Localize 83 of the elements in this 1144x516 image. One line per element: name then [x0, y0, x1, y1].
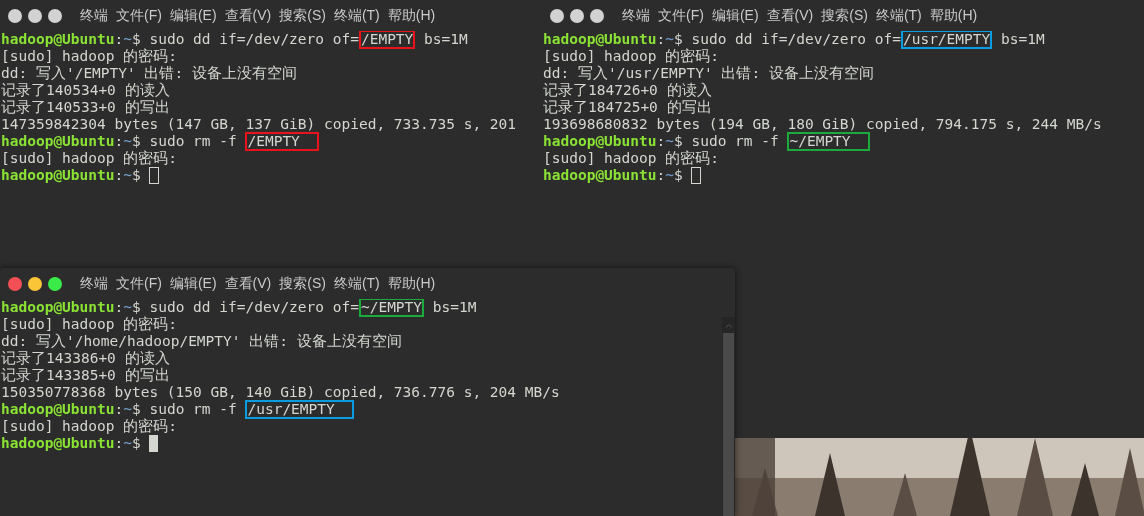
highlighted-path: /EMPTY — [245, 132, 320, 151]
command-text: sudo dd if=/dev/zero of= — [149, 299, 359, 316]
menu-item[interactable]: 终端(T) — [333, 273, 380, 294]
command-text: sudo rm -f — [149, 401, 238, 418]
minimize-button[interactable] — [28, 276, 42, 291]
menu-item[interactable]: 帮助(H) — [387, 273, 436, 294]
command-text: sudo rm -f — [149, 133, 238, 150]
prompt-path: :~$ — [656, 167, 684, 184]
output-line: 记录了143386+0 的读入 — [1, 350, 170, 366]
highlighted-path: /usr/EMPTY — [245, 400, 355, 419]
output-line: [sudo] hadoop 的密码: — [543, 150, 719, 166]
prompt-path: :~$ — [656, 31, 684, 48]
scrollbar[interactable] — [722, 317, 735, 516]
output-line: 150350778368 bytes (150 GB, 140 GiB) copied, 736.776 s, 204 MB/s — [1, 384, 560, 400]
command-text: sudo dd if=/dev/zero of= — [149, 31, 359, 48]
prompt-user: hadoop@Ubuntu — [1, 435, 115, 452]
close-button[interactable] — [8, 276, 22, 291]
menu-item[interactable]: 编辑(E) — [711, 5, 759, 26]
menu-item[interactable]: 文件(F) — [658, 5, 704, 26]
output-line: [sudo] hadoop 的密码: — [1, 48, 177, 64]
output-line: [sudo] hadoop 的密码: — [543, 48, 719, 64]
menu-item[interactable]: 帮助(H) — [387, 5, 436, 26]
prompt-path: :~$ — [656, 133, 684, 150]
output-line: dd: 写入'/usr/EMPTY' 出错: 设备上没有空间 — [543, 65, 874, 81]
prompt-path: :~$ — [114, 167, 142, 184]
close-button[interactable] — [8, 8, 22, 23]
menu-item[interactable]: 终端(T) — [333, 5, 380, 26]
command-text: sudo rm -f — [691, 133, 780, 150]
command-text: bs=1M — [423, 31, 468, 48]
output-line: 193698680832 bytes (194 GB, 180 GiB) copied, 794.175 s, 244 MB/s — [543, 116, 1102, 132]
highlighted-path: /EMPTY — [358, 31, 416, 49]
menu-item[interactable]: 终端 — [80, 273, 108, 294]
highlighted-path: /usr/EMPTY — [900, 31, 993, 49]
maximize-button[interactable] — [48, 8, 62, 23]
output-line: 记录了184726+0 的读入 — [543, 82, 712, 98]
prompt-user: hadoop@Ubuntu — [1, 31, 115, 48]
menu-item[interactable]: 搜索(S) — [279, 273, 326, 294]
prompt-user: hadoop@Ubuntu — [1, 133, 115, 150]
output-line: [sudo] hadoop 的密码: — [1, 316, 177, 332]
prompt-user: hadoop@Ubuntu — [543, 31, 657, 48]
output-line: 147359842304 bytes (147 GB, 137 GiB) copied, 733.735 s, 201 — [1, 116, 517, 132]
menu-item[interactable]: 文件(F) — [116, 5, 162, 26]
prompt-path: :~$ — [114, 133, 142, 150]
prompt-user: hadoop@Ubuntu — [543, 167, 657, 184]
maximize-button[interactable] — [590, 8, 604, 23]
maximize-button[interactable] — [48, 276, 62, 291]
menu-item[interactable]: 搜索(S) — [821, 5, 868, 26]
menu-item[interactable]: 终端 — [622, 5, 650, 26]
menu-item[interactable]: 查看(V) — [224, 5, 272, 26]
minimize-button[interactable] — [570, 8, 584, 23]
output-line: dd: 写入'/EMPTY' 出错: 设备上没有空间 — [1, 65, 297, 81]
command-text: sudo dd if=/dev/zero of= — [691, 31, 901, 48]
menu-item[interactable]: 终端 — [80, 5, 108, 26]
prompt-user: hadoop@Ubuntu — [543, 133, 657, 150]
minimize-button[interactable] — [28, 8, 42, 23]
prompt-path: :~$ — [114, 31, 142, 48]
prompt-user: hadoop@Ubuntu — [1, 401, 115, 418]
highlighted-path: ~/EMPTY — [358, 299, 425, 317]
menu-item[interactable]: 帮助(H) — [929, 5, 978, 26]
menu-item[interactable]: 文件(F) — [116, 273, 162, 294]
output-line: [sudo] hadoop 的密码: — [1, 418, 177, 434]
prompt-user: hadoop@Ubuntu — [1, 299, 115, 316]
prompt-path: :~$ — [114, 435, 142, 452]
output-line: 记录了140533+0 的写出 — [1, 99, 170, 115]
close-button[interactable] — [550, 8, 564, 23]
output-line: 记录了140534+0 的读入 — [1, 82, 170, 98]
menu-item[interactable]: 查看(V) — [766, 5, 814, 26]
output-line: 记录了184725+0 的写出 — [543, 99, 712, 115]
menu-item[interactable]: 搜索(S) — [279, 5, 326, 26]
prompt-path: :~$ — [114, 401, 142, 418]
output-line: [sudo] hadoop 的密码: — [1, 150, 177, 166]
menu-item[interactable]: 编辑(E) — [169, 273, 217, 294]
scrollbar-thumb[interactable] — [723, 333, 734, 516]
command-text: bs=1M — [1000, 31, 1045, 48]
output-line: dd: 写入'/home/hadoop/EMPTY' 出错: 设备上没有空间 — [1, 333, 402, 349]
prompt-path: :~$ — [114, 299, 142, 316]
menu-item[interactable]: 查看(V) — [224, 273, 272, 294]
menu-item[interactable]: 终端(T) — [875, 5, 922, 26]
highlighted-path: ~/EMPTY — [787, 132, 871, 151]
output-line: 记录了143385+0 的写出 — [1, 367, 170, 383]
prompt-user: hadoop@Ubuntu — [1, 167, 115, 184]
command-text: bs=1M — [431, 299, 477, 316]
menu-item[interactable]: 编辑(E) — [169, 5, 217, 26]
